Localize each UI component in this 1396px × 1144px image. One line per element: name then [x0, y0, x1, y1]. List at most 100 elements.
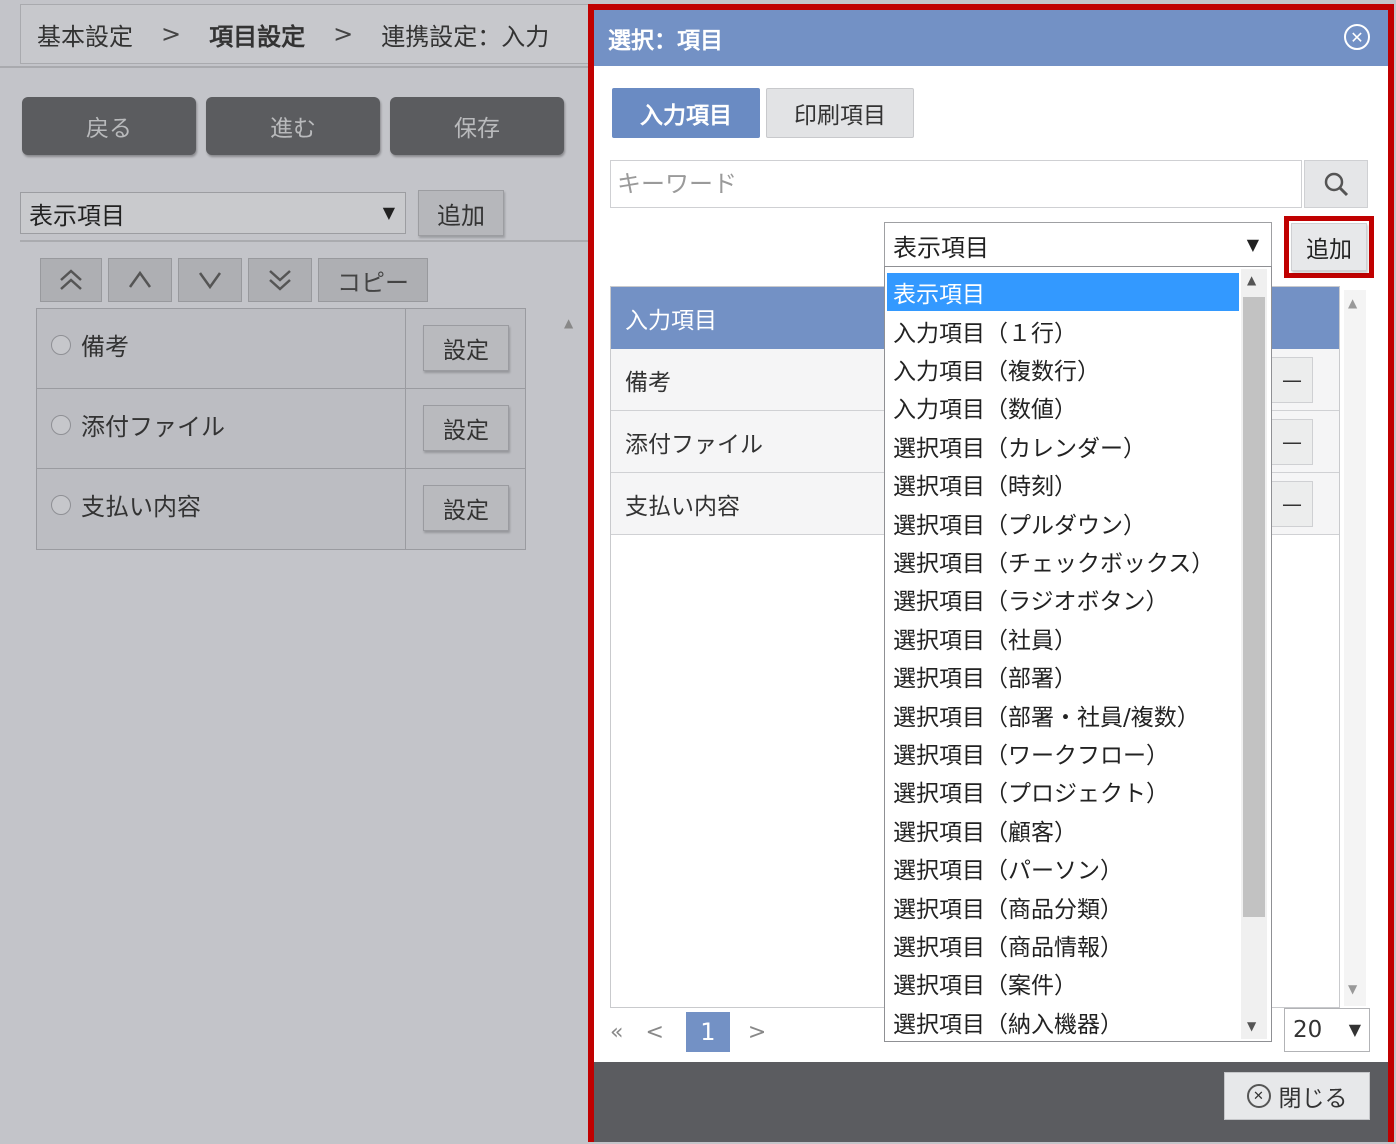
dropdown-option[interactable]: 入力項目（１行）	[887, 311, 1239, 349]
tab-print-items[interactable]: 印刷項目	[766, 88, 914, 138]
move-bottom-button[interactable]	[248, 258, 312, 302]
dropdown-scroll-thumb[interactable]	[1243, 297, 1265, 917]
current-page[interactable]: 1	[685, 1012, 730, 1052]
dropdown-option[interactable]: 選択項目（社員）	[887, 619, 1239, 657]
dropdown-arrow-icon: ▼	[1246, 235, 1259, 254]
close-button-label: 閉じる	[1278, 1086, 1348, 1112]
row-radio[interactable]	[51, 335, 71, 355]
dropdown-option[interactable]: 入力項目（複数行）	[887, 350, 1239, 388]
close-icon[interactable]: ✕	[1344, 24, 1370, 50]
dropdown-arrow-icon: ▼	[382, 203, 395, 222]
row-settings-button[interactable]: 設定	[423, 325, 509, 371]
divider	[20, 240, 600, 242]
tab-input-items[interactable]: 入力項目	[612, 88, 760, 138]
column-divider	[405, 309, 406, 389]
scroll-down-icon[interactable]: ▼	[1348, 982, 1357, 996]
breadcrumb-item-link-input[interactable]: 連携設定：入力	[381, 17, 549, 52]
dialog-footer: ✕ 閉じる	[594, 1062, 1388, 1142]
dropdown-option[interactable]: 選択項目（カレンダー）	[887, 427, 1239, 465]
dropdown-option[interactable]: 表示項目	[887, 273, 1239, 312]
dropdown-option[interactable]: 選択項目（プロジェクト）	[887, 772, 1239, 810]
list-scrollbar[interactable]	[1344, 290, 1366, 1006]
close-button[interactable]: ✕ 閉じる	[1224, 1072, 1370, 1120]
dropdown-option[interactable]: 選択項目（パーソン）	[887, 849, 1239, 887]
column-divider	[405, 389, 406, 469]
close-icon: ✕	[1246, 1084, 1271, 1108]
dropdown-option[interactable]: 選択項目（商品分類）	[887, 887, 1239, 925]
breadcrumb-item-basic[interactable]: 基本設定	[37, 17, 133, 52]
search-icon	[1324, 172, 1349, 197]
keyword-search-input[interactable]	[610, 160, 1302, 208]
dropdown-option[interactable]: 選択項目（チェックボックス）	[887, 542, 1239, 580]
move-top-button[interactable]	[40, 258, 102, 302]
dropdown-option[interactable]: 選択項目（部署）	[887, 657, 1239, 695]
add-button-highlight: 追加	[1284, 216, 1374, 278]
save-button[interactable]: 保存	[390, 97, 564, 155]
add-button[interactable]: 追加	[1291, 223, 1367, 271]
list-item-label: 支払い内容	[625, 493, 740, 520]
move-up-button[interactable]	[108, 258, 172, 302]
dropdown-option[interactable]: 選択項目（商品情報）	[887, 926, 1239, 964]
row-label: 添付ファイル	[81, 413, 225, 441]
chevron-down-icon	[198, 272, 222, 290]
item-table: 備考 設定 添付ファイル 設定 支払い内容 設定	[36, 308, 526, 550]
row-radio[interactable]	[51, 415, 71, 435]
dialog-title: 選択：項目	[608, 28, 723, 54]
item-type-select-value: 表示項目	[893, 233, 989, 262]
list-item-button[interactable]: —	[1271, 481, 1313, 527]
row-settings-button[interactable]: 設定	[423, 405, 509, 451]
breadcrumb-item-items[interactable]: 項目設定	[209, 17, 305, 52]
table-row: 支払い内容 設定	[37, 469, 525, 549]
copy-button[interactable]: コピー	[318, 258, 428, 302]
next-button[interactable]: 進む	[206, 97, 380, 155]
dropdown-arrow-icon: ▼	[1348, 1020, 1361, 1039]
back-button[interactable]: 戻る	[22, 97, 196, 155]
list-item-button[interactable]: —	[1271, 419, 1313, 465]
pagination: « < 1 >	[610, 1010, 890, 1054]
dropdown-option[interactable]: 選択項目（プルダウン）	[887, 503, 1239, 541]
item-type-select[interactable]: 表示項目 ▼	[20, 192, 406, 234]
scroll-up-icon[interactable]: ▲	[1348, 296, 1357, 310]
dropdown-option[interactable]: 選択項目（ワークフロー）	[887, 734, 1239, 772]
search-button[interactable]	[1304, 160, 1368, 208]
double-chevron-up-icon	[60, 269, 82, 290]
item-type-select-value: 表示項目	[29, 201, 125, 230]
scroll-up-icon[interactable]: ▲	[1247, 273, 1256, 287]
select-item-dialog: 選択：項目 ✕ 入力項目 印刷項目 表示項目 ▼ 追加 入力項目 備考 — 添付…	[588, 4, 1394, 1142]
scroll-down-icon[interactable]: ▼	[1247, 1019, 1256, 1033]
dialog-header: 選択：項目 ✕	[594, 10, 1388, 66]
add-button[interactable]: 追加	[418, 190, 504, 236]
dropdown-option[interactable]: 入力項目（数値）	[887, 388, 1239, 426]
dropdown-option[interactable]: 選択項目（時刻）	[887, 465, 1239, 503]
first-page-button[interactable]: «	[610, 1020, 623, 1045]
list-item-label: 添付ファイル	[625, 431, 763, 458]
dropdown-option[interactable]: 選択項目（顧客）	[887, 811, 1239, 849]
double-chevron-down-icon	[269, 270, 291, 291]
divider	[0, 66, 600, 68]
column-divider	[405, 469, 406, 549]
per-page-value: 20	[1293, 1017, 1323, 1043]
dropdown-option[interactable]: 選択項目（部署・社員/複数）	[887, 695, 1239, 733]
dropdown-option[interactable]: 選択項目（納入機器）	[887, 1003, 1239, 1041]
item-type-dropdown-list: ▲ ▼ 表示項目 入力項目（１行） 入力項目（複数行） 入力項目（数値） 選択項目（カレ…	[884, 266, 1272, 1042]
row-label: 備考	[81, 333, 129, 361]
row-settings-button[interactable]: 設定	[423, 485, 509, 531]
move-down-button[interactable]	[178, 258, 242, 302]
next-page-button[interactable]: >	[748, 1020, 766, 1045]
row-label: 支払い内容	[81, 493, 201, 521]
table-row: 備考 設定	[37, 309, 525, 389]
list-item-button[interactable]: —	[1271, 357, 1313, 403]
list-item-label: 備考	[625, 369, 671, 396]
row-radio[interactable]	[51, 495, 71, 515]
breadcrumb-separator: >	[161, 20, 182, 48]
chevron-up-icon	[128, 270, 152, 288]
per-page-select[interactable]: 20 ▼	[1284, 1008, 1370, 1052]
breadcrumb-separator: >	[333, 20, 354, 48]
prev-page-button[interactable]: <	[645, 1020, 663, 1045]
table-row: 添付ファイル 設定	[37, 389, 525, 469]
dropdown-option[interactable]: 選択項目（案件）	[887, 964, 1239, 1002]
item-type-select[interactable]: 表示項目 ▼	[884, 222, 1272, 268]
breadcrumb: 基本設定 > 項目設定 > 連携設定：入力	[20, 4, 620, 64]
scroll-up-icon[interactable]: ▲	[564, 316, 573, 330]
dropdown-option[interactable]: 選択項目（ラジオボタン）	[887, 580, 1239, 618]
